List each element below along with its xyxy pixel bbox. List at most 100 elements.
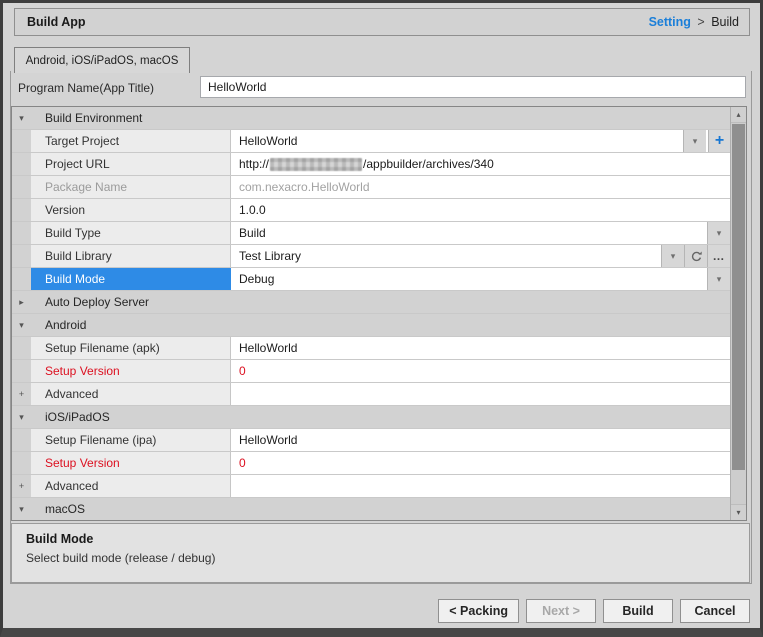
build-library-refresh-button[interactable] [684,245,707,267]
redacted-host [270,158,362,171]
scroll-down-icon: ▾ [736,508,740,517]
build-mode-label[interactable]: Build Mode [31,268,231,290]
setup-version-apk-label[interactable]: Setup Version [31,360,231,382]
tab-label: Android, iOS/iPadOS, macOS [26,55,179,67]
build-type-value[interactable]: Build [231,222,707,244]
row-setup-version-apk: Setup Version 0 [12,360,730,383]
row-project-url: Project URL http:///appbuilder/archives/… [12,153,730,176]
section-label: iOS/iPadOS [31,406,730,428]
gutter: ▾ [12,406,31,428]
gutter: ▾ [12,498,31,520]
build-mode-dropdown-button[interactable]: ▾ [707,268,730,290]
chevron-down-icon: ▾ [693,136,698,147]
target-project-label[interactable]: Target Project [31,130,231,152]
plus-icon: + [715,132,724,150]
description-text: Select build mode (release / debug) [26,551,749,565]
refresh-icon [690,250,703,263]
section-label: Build Environment [31,107,730,129]
gutter [12,130,31,152]
section-label: macOS [31,498,730,520]
gutter [12,176,31,198]
program-name-input[interactable] [200,76,746,98]
gutter [12,222,31,244]
chevron-down-icon: ▾ [717,274,722,285]
scroll-up-button[interactable]: ▴ [731,107,746,123]
setup-filename-ipa-label[interactable]: Setup Filename (ipa) [31,429,231,451]
vertical-scrollbar[interactable]: ▴ ▾ [730,107,746,520]
build-type-cell: Build ▾ [231,222,730,244]
scrollbar-thumb[interactable] [732,124,745,470]
gutter [12,429,31,451]
row-build-type: Build Type Build ▾ [12,222,730,245]
section-build-environment[interactable]: ▾ Build Environment [12,107,730,130]
setup-version-ipa-cell: 0 [231,452,730,474]
row-build-mode: Build Mode Debug ▾ [12,268,730,291]
cancel-button[interactable]: Cancel [680,599,750,623]
build-library-dropdown-button[interactable]: ▾ [661,245,684,267]
row-build-library: Build Library Test Library ▾ … [12,245,730,268]
program-name-label: Program Name(App Title) [18,81,154,95]
version-value[interactable]: 1.0.0 [231,199,730,221]
build-library-browse-button[interactable]: … [707,245,730,267]
version-cell: 1.0.0 [231,199,730,221]
packing-button[interactable]: < Packing [438,599,519,623]
setup-filename-apk-cell: HelloWorld [231,337,730,359]
dialog-title: Build App [27,15,86,29]
tab-android-ios-macos[interactable]: Android, iOS/iPadOS, macOS [14,47,190,73]
ellipsis-icon: … [713,249,726,263]
scroll-down-button[interactable]: ▾ [731,504,746,520]
target-project-value[interactable]: HelloWorld [231,130,683,152]
setup-version-apk-cell: 0 [231,360,730,382]
section-android[interactable]: ▾ Android [12,314,730,337]
build-mode-cell: Debug ▾ [231,268,730,290]
section-label: Android [31,314,730,336]
gutter [12,245,31,267]
build-mode-value[interactable]: Debug [231,268,707,290]
breadcrumb-setting-link[interactable]: Setting [649,15,691,29]
build-library-value[interactable]: Test Library [231,245,661,267]
gutter [12,360,31,382]
build-type-dropdown-button[interactable]: ▾ [707,222,730,244]
build-options-grid: ▾ Build Environment Target Project Hello… [11,106,747,521]
row-target-project: Target Project HelloWorld ▾ + [12,130,730,153]
section-ios-ipados[interactable]: ▾ iOS/iPadOS [12,406,730,429]
setup-version-apk-value[interactable]: 0 [231,360,730,382]
setup-version-ipa-label[interactable]: Setup Version [31,452,231,474]
scroll-up-icon: ▴ [736,110,740,119]
collapse-icon[interactable]: ▾ [19,113,24,124]
section-macos[interactable]: ▾ macOS [12,498,730,520]
gutter: + [12,475,31,497]
expand-plus-icon[interactable]: + [19,389,24,399]
property-description-panel: Build Mode Select build mode (release / … [11,523,750,583]
project-url-value[interactable]: http:///appbuilder/archives/340 [231,153,730,175]
add-project-button[interactable]: + [708,130,730,152]
setup-version-ipa-value[interactable]: 0 [231,452,730,474]
gutter [12,337,31,359]
advanced-android-label[interactable]: Advanced [31,383,231,405]
expand-plus-icon[interactable]: + [19,481,24,491]
row-advanced-android: + Advanced [12,383,730,406]
url-suffix: /appbuilder/archives/340 [363,157,494,171]
version-label[interactable]: Version [31,199,231,221]
section-label: Auto Deploy Server [31,291,730,313]
chevron-down-icon: ▾ [671,251,676,262]
section-auto-deploy-server[interactable]: ▸ Auto Deploy Server [12,291,730,314]
collapse-icon[interactable]: ▾ [19,412,24,423]
gutter: + [12,383,31,405]
setup-filename-ipa-value[interactable]: HelloWorld [231,429,730,451]
collapse-icon[interactable]: ▾ [19,320,24,331]
package-name-value: com.nexacro.HelloWorld [231,176,730,198]
advanced-ios-label[interactable]: Advanced [31,475,231,497]
row-setup-filename-apk: Setup Filename (apk) HelloWorld [12,337,730,360]
build-type-label[interactable]: Build Type [31,222,231,244]
setup-filename-apk-value[interactable]: HelloWorld [231,337,730,359]
setup-filename-apk-label[interactable]: Setup Filename (apk) [31,337,231,359]
project-url-label[interactable]: Project URL [31,153,231,175]
target-project-dropdown-button[interactable]: ▾ [683,130,706,152]
description-title: Build Mode [26,532,749,546]
breadcrumb-current: Build [711,15,739,29]
collapse-icon[interactable]: ▾ [19,504,24,515]
expand-icon[interactable]: ▸ [19,297,24,308]
build-button[interactable]: Build [603,599,673,623]
build-library-label[interactable]: Build Library [31,245,231,267]
